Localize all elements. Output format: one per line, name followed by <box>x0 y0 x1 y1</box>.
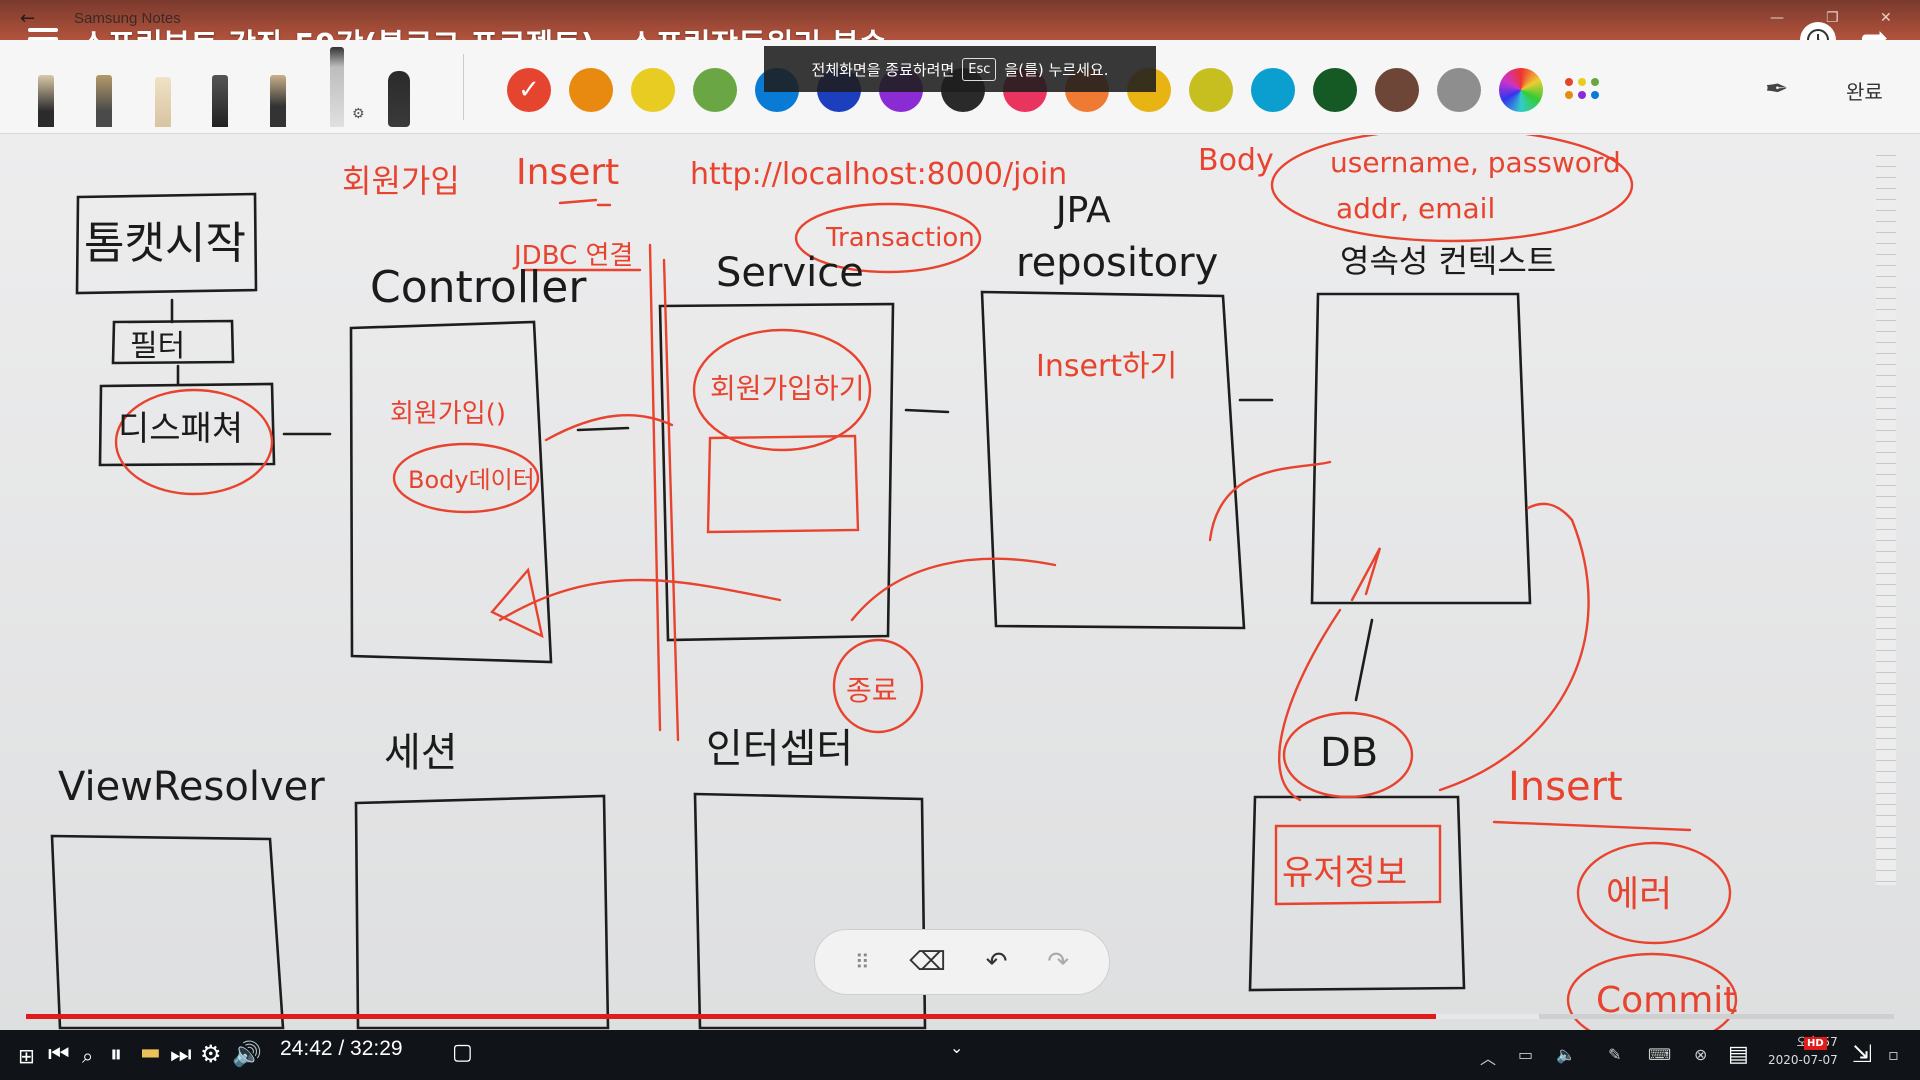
toolbar-divider <box>463 54 464 120</box>
chevron-down-icon[interactable]: ⌄ <box>950 1038 963 1057</box>
toast-text-before: 전체화면을 종료하려면 <box>811 60 955 79</box>
back-arrow-icon[interactable]: ← <box>20 8 35 29</box>
undo-icon[interactable]: ↶ <box>986 947 1008 977</box>
system-clock: 오후 57 2020-07-07 <box>1768 1033 1838 1069</box>
color-swatch-cyan[interactable] <box>1251 68 1295 112</box>
tray-chevron-icon[interactable]: ︿ <box>1480 1045 1496 1069</box>
esc-key-badge: Esc <box>962 57 997 81</box>
url-label: http://localhost:8000/join <box>690 157 1067 192</box>
persistence-box <box>1310 292 1532 605</box>
previous-icon[interactable]: ⏮ <box>48 1040 70 1068</box>
view-resolver-label: ViewResolver <box>58 764 325 810</box>
fountain-pen-icon[interactable] <box>38 75 54 127</box>
session-label: 세션 <box>384 730 458 776</box>
view-resolver-box <box>50 834 285 1030</box>
video-time: 24:42 / 32:29 <box>280 1037 403 1060</box>
eyedropper-icon[interactable]: ✒ <box>1765 72 1788 105</box>
progress-played <box>26 1014 1437 1019</box>
repository-box <box>980 290 1246 630</box>
color-swatch-brown[interactable] <box>1375 68 1419 112</box>
body-label: Body <box>1198 143 1274 178</box>
filter-label: 필터 <box>130 329 185 364</box>
pencil-2-icon[interactable] <box>270 75 286 127</box>
repository-note-insert: Insert하기 <box>1036 349 1177 384</box>
color-swatch-orange[interactable] <box>569 68 613 112</box>
service-box <box>658 302 895 642</box>
redo-icon[interactable]: ↷ <box>1047 947 1069 977</box>
toast-text-after: 을(를) 누르세요. <box>1004 60 1109 79</box>
pen-icon[interactable]: ✎ <box>1608 1045 1621 1064</box>
controller-note-signup: 회원가입() <box>390 399 506 429</box>
body-fields-line1: username, password <box>1330 146 1621 179</box>
more-colors-icon[interactable] <box>1565 74 1603 104</box>
pen-settings-icon[interactable]: ⚙ <box>352 106 365 122</box>
brush-icon[interactable] <box>155 77 171 127</box>
jpa-label: JPA <box>1054 190 1111 231</box>
error-label: 에러 <box>1606 874 1672 915</box>
pause-icon[interactable]: ⏸ <box>110 1040 122 1068</box>
pencil-icon[interactable] <box>212 75 228 127</box>
file-explorer-icon[interactable]: ▬ <box>140 1040 161 1065</box>
keyboard-icon[interactable]: ⌨ <box>1648 1045 1671 1064</box>
search-icon[interactable]: ⌕ <box>82 1044 93 1068</box>
video-progress-bar[interactable] <box>26 1014 1894 1019</box>
restore-icon[interactable]: ❐ <box>1826 10 1839 26</box>
highlighter-icon[interactable] <box>388 71 410 127</box>
marker-icon[interactable] <box>330 47 344 127</box>
repository-label: repository <box>1016 240 1218 286</box>
insert-db-label: Insert <box>1508 764 1623 810</box>
session-box <box>354 794 610 1030</box>
eraser-icon[interactable]: ⌫ <box>909 947 946 977</box>
battery-icon: ▭ <box>1518 1045 1534 1064</box>
color-swatch-red[interactable] <box>507 68 551 112</box>
notification-icon[interactable]: ▫ <box>1888 1045 1899 1064</box>
interceptor-label: 인터셉터 <box>706 726 853 772</box>
drag-handle-icon[interactable]: ⠿ <box>855 950 870 974</box>
close-circle-icon[interactable]: ⊗ <box>1694 1045 1707 1064</box>
color-swatch-green[interactable] <box>693 68 737 112</box>
hd-badge: HD <box>1804 1037 1827 1050</box>
settings-icon[interactable]: ⚙ <box>200 1040 222 1068</box>
handwritten-diagram: 톰캣시작 필터 디스패쳐 Controller Service JPA repo… <box>50 135 1737 1030</box>
color-wheel-icon[interactable] <box>1499 68 1543 112</box>
fullscreen-exit-toast: 전체화면을 종료하려면 Esc 을(를) 누르세요. <box>764 46 1156 92</box>
user-info-label: 유저정보 <box>1282 853 1407 893</box>
floating-edit-toolbar: ⠿ ⌫ ↶ ↷ <box>814 929 1110 995</box>
transaction-label: Transaction <box>825 223 975 253</box>
body-fields-line2: addr, email <box>1336 192 1495 225</box>
notes-app-icon[interactable]: ▢ <box>452 1040 473 1065</box>
speaker-icon[interactable]: 🔈 <box>1556 1045 1576 1064</box>
clock-date: 2020-07-07 <box>1768 1053 1838 1067</box>
color-swatch-olive[interactable] <box>1189 68 1233 112</box>
color-swatch-dark-green[interactable] <box>1313 68 1357 112</box>
service-label: Service <box>716 250 864 296</box>
done-label: 종료 <box>846 674 898 707</box>
captions-icon[interactable]: ▤ <box>1728 1042 1749 1067</box>
clock-time: 오후 57 <box>1797 1035 1838 1049</box>
controller-note-body: Body데이터 <box>408 466 535 494</box>
color-swatch-gray[interactable] <box>1437 68 1481 112</box>
windows-start-icon[interactable]: ⊞ <box>18 1044 35 1068</box>
calligraphy-pen-icon[interactable] <box>96 75 112 127</box>
arrow-head-controller <box>490 567 544 639</box>
tomcat-start-label: 톰캣시작 <box>84 218 246 269</box>
dispatcher-label: 디스패쳐 <box>118 409 243 449</box>
exit-fullscreen-icon[interactable]: ⇲ <box>1852 1040 1872 1068</box>
next-icon[interactable]: ⏭ <box>170 1040 192 1068</box>
signup-label: 회원가입 <box>342 162 460 200</box>
insert-top-label: Insert <box>516 152 619 193</box>
note-canvas[interactable]: 톰캣시작 필터 디스패쳐 Controller Service JPA repo… <box>0 135 1920 1030</box>
db-label: DB <box>1320 730 1378 776</box>
jdbc-label: JDBC 연결 <box>512 241 633 271</box>
color-swatch-yellow[interactable] <box>631 68 675 112</box>
minimize-icon[interactable]: — <box>1770 10 1784 26</box>
persistence-context-label: 영속성 컨텍스트 <box>1340 242 1556 280</box>
done-button[interactable]: 완료 <box>1846 76 1883 105</box>
service-note-signup: 회원가입하기 <box>710 372 865 405</box>
volume-icon[interactable]: 🔊 <box>232 1040 262 1068</box>
